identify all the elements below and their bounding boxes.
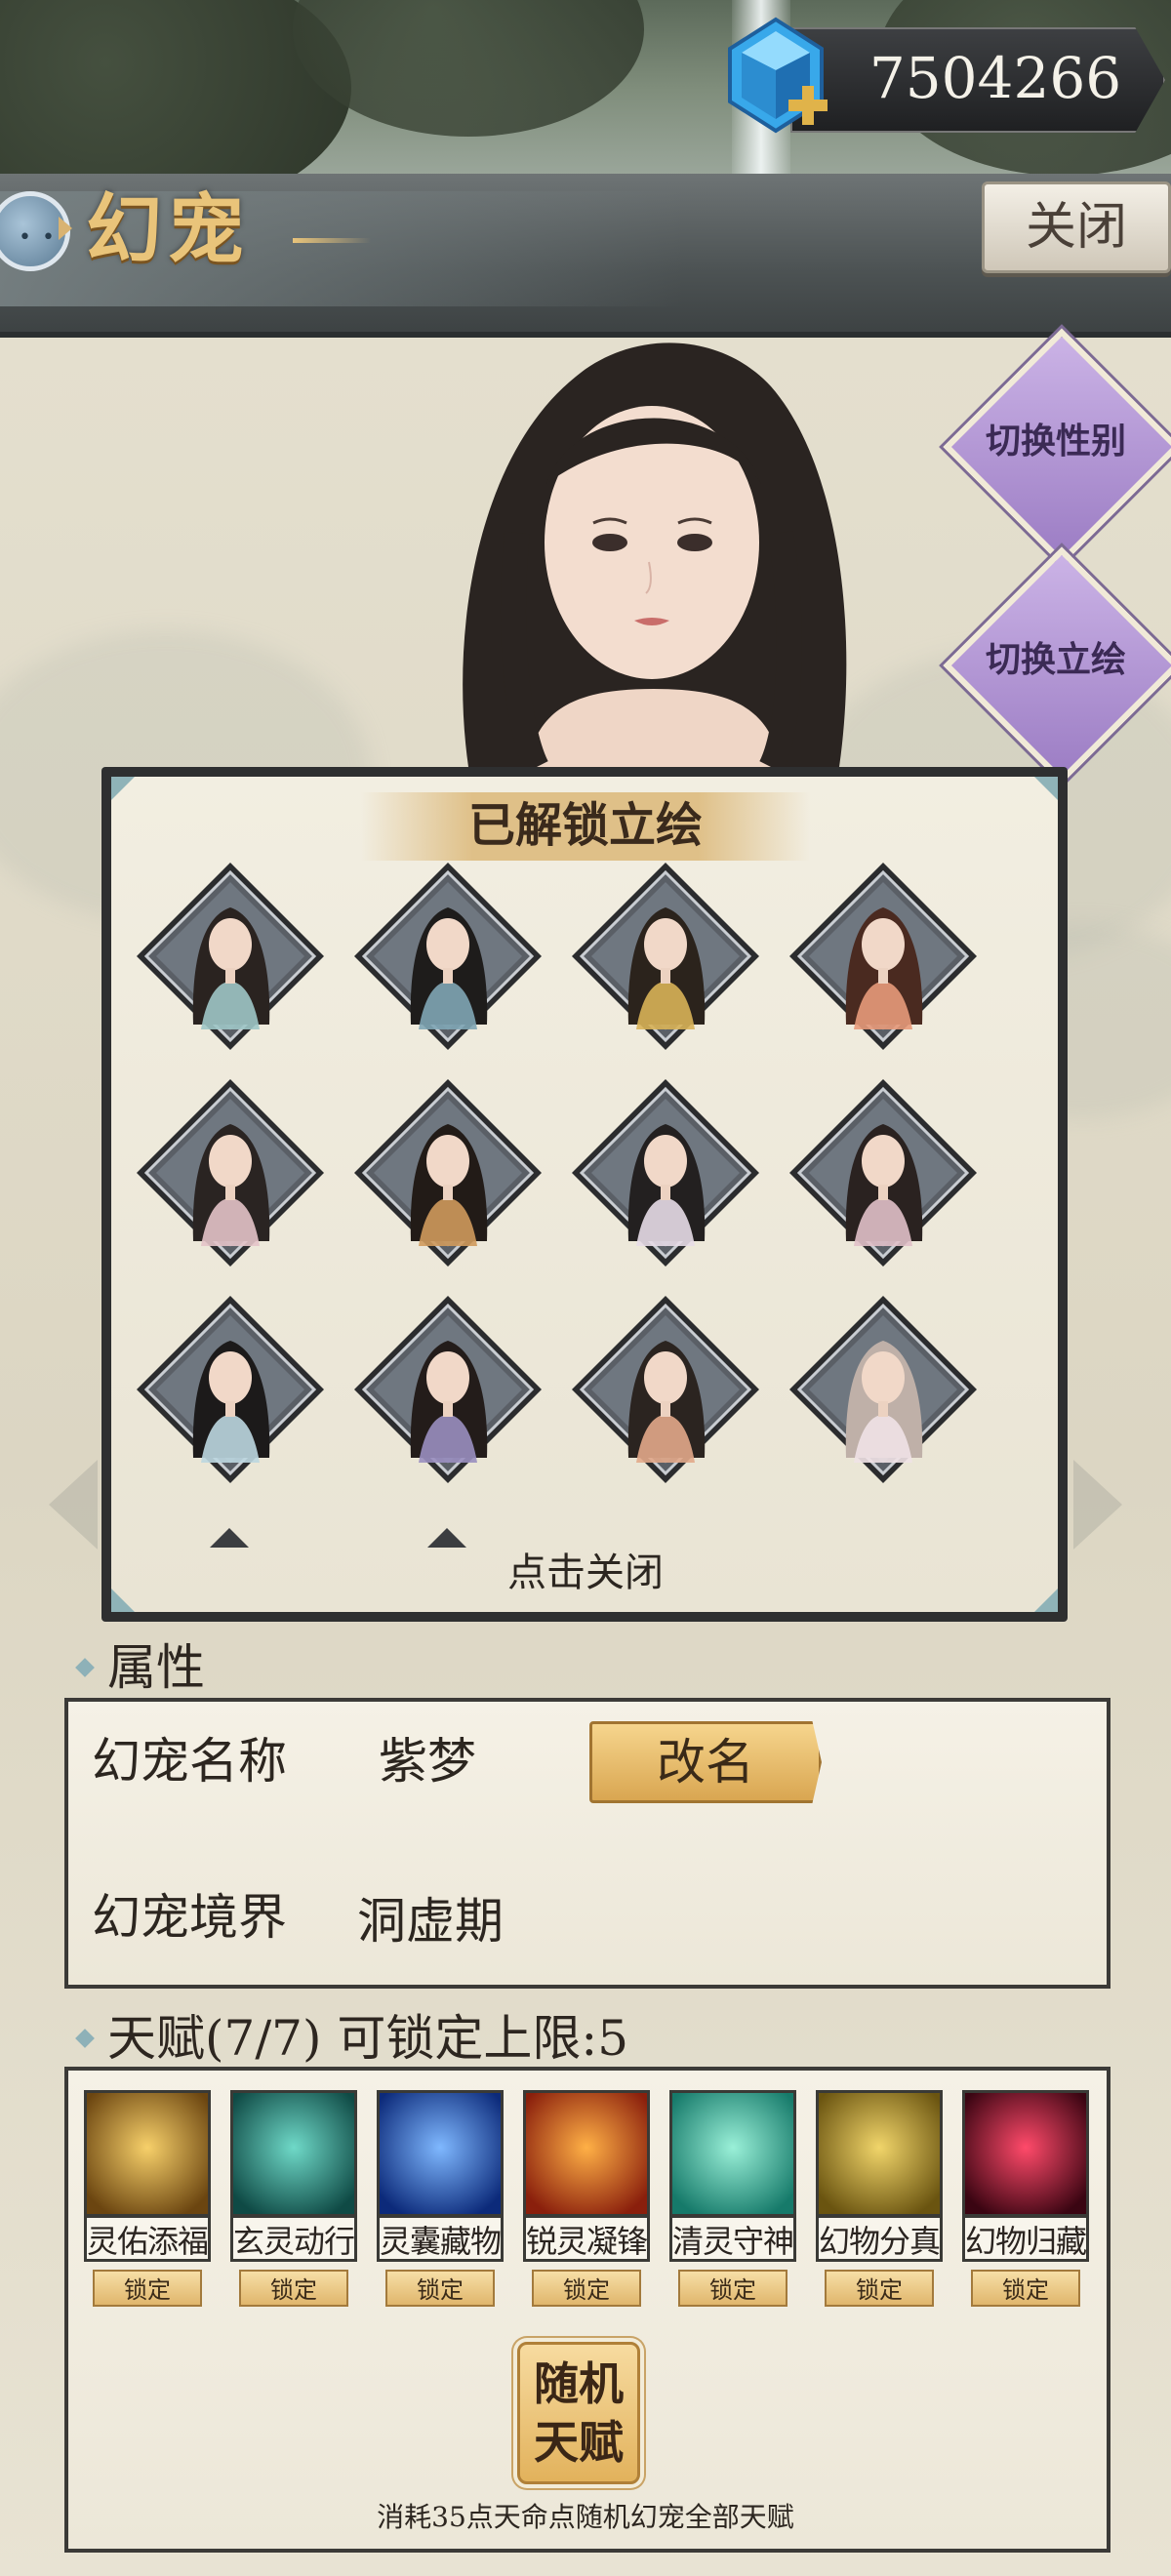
lock-button[interactable]: 锁定 (532, 2270, 641, 2307)
next-arrow-icon[interactable] (1073, 1460, 1122, 1550)
random-talent-description: 消耗35点天命点随机幻宠全部天赋 (377, 2501, 794, 2533)
talent-name: 清灵守神 (669, 2215, 796, 2262)
title-decoration (293, 238, 371, 243)
portrait-thumb[interactable] (350, 859, 545, 1054)
lock-button[interactable]: 锁定 (678, 2270, 787, 2307)
corner-decoration (111, 777, 135, 800)
rename-button[interactable]: 改名 (589, 1721, 822, 1803)
lock-button[interactable]: 锁定 (825, 2270, 934, 2307)
random-talent-label-1: 随机 (534, 2357, 624, 2410)
switch-portrait-label[interactable]: 切换立绘 (958, 630, 1153, 689)
talent-name: 玄灵动行 (230, 2215, 357, 2262)
pet-name-value: 紫梦 (379, 1733, 476, 1790)
flaming-blade-icon[interactable] (523, 2090, 650, 2217)
portrait-thumb[interactable] (568, 859, 763, 1054)
portrait-thumb[interactable] (568, 1292, 763, 1487)
lock-button[interactable]: 锁定 (971, 2270, 1080, 2307)
unlocked-panel-title: 已解锁立绘 (467, 798, 703, 853)
lock-button[interactable]: 锁定 (385, 2270, 495, 2307)
cyan-rays-icon[interactable] (669, 2090, 796, 2217)
random-talent-label-2: 天赋 (534, 2416, 624, 2469)
previous-arrow-icon[interactable] (49, 1460, 98, 1550)
corner-decoration (111, 1589, 135, 1612)
golden-hand-icon[interactable] (816, 2090, 943, 2217)
random-talent-button[interactable]: 随机 天赋 (517, 2342, 640, 2484)
portrait-thumb[interactable] (133, 859, 328, 1054)
pet-realm-label: 幻宠境界 (92, 1889, 287, 1946)
corner-decoration (1034, 1589, 1058, 1612)
character-portrait (463, 342, 847, 767)
portrait-thumb[interactable] (350, 1075, 545, 1270)
talent-name: 幻物分真 (816, 2215, 943, 2262)
blue-gem-plus-icon[interactable] (712, 12, 839, 139)
switch-gender-label[interactable]: 切换性别 (958, 412, 1153, 470)
pet-name-label: 幻宠名称 (92, 1733, 287, 1790)
talent-name: 灵囊藏物 (377, 2215, 504, 2262)
portrait-thumb[interactable] (786, 1075, 981, 1270)
portrait-thumb[interactable] (350, 1292, 545, 1487)
talents-section-title: 天赋(7/7) 可锁定上限:5 (107, 2010, 629, 2067)
crimson-slash-icon[interactable] (962, 2090, 1089, 2217)
page-title: 幻宠 (86, 185, 251, 274)
lock-button[interactable]: 锁定 (93, 2270, 202, 2307)
portrait-thumb[interactable] (133, 1292, 328, 1487)
talent-name: 锐灵凝锋 (523, 2215, 650, 2262)
tap-to-close-hint[interactable]: 点击关闭 (410, 1544, 761, 1602)
currency-value: 7504266 (868, 45, 1122, 111)
lock-button[interactable]: 锁定 (239, 2270, 348, 2307)
teal-wind-icon[interactable] (230, 2090, 357, 2217)
portrait-thumb[interactable] (568, 1075, 763, 1270)
portrait-thumb[interactable] (133, 1075, 328, 1270)
pet-realm-value: 洞虚期 (357, 1893, 504, 1950)
corner-decoration (1034, 777, 1058, 800)
attributes-section-title: 属性 (107, 1639, 205, 1696)
portrait-thumb[interactable] (786, 1292, 981, 1487)
talent-name: 灵佑添福 (84, 2215, 211, 2262)
portrait-thumb[interactable] (786, 859, 981, 1054)
blue-lotus-icon[interactable] (377, 2090, 504, 2217)
golden-coins-icon[interactable] (84, 2090, 211, 2217)
talent-name: 幻物归藏 (962, 2215, 1089, 2262)
close-button[interactable]: 关闭 (982, 181, 1171, 273)
arrow-right-icon (59, 217, 72, 240)
